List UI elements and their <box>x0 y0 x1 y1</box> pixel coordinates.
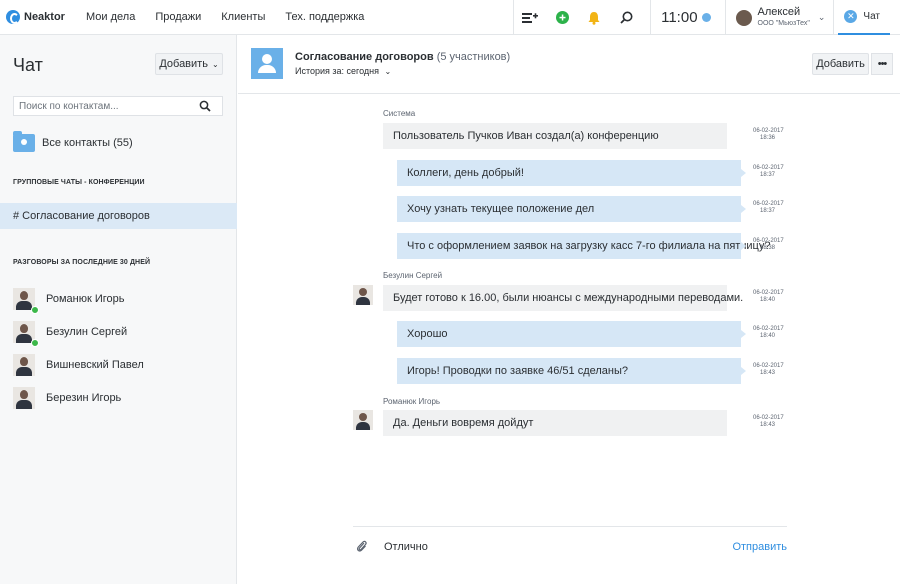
close-icon[interactable]: ✕ <box>844 10 858 23</box>
nav-item-my-tasks[interactable]: Мои дела <box>86 11 135 23</box>
history-label: История за: сегодня <box>295 66 380 76</box>
chat-sidebar: Чат Добавить ⌄ Все контакты (55) ГРУППОВ… <box>0 35 237 584</box>
online-status-icon <box>31 306 39 314</box>
clock: 11:00 <box>661 9 698 26</box>
message-bubble: Игорь! Проводки по заявке 46/51 сделаны? <box>397 358 746 384</box>
message-timestamp: 06-02-2017 18:38 <box>753 238 784 251</box>
add-button-label: Добавить <box>159 58 208 70</box>
avatar <box>13 354 35 376</box>
contact-item[interactable]: Березин Игорь <box>13 387 121 409</box>
app-name: Neaktor <box>24 11 65 23</box>
main-nav: Мои дела Продажи Клиенты Тех. поддержка <box>86 11 384 23</box>
bell-icon[interactable] <box>586 10 602 26</box>
message-bubble: Коллеги, день добрый! <box>397 160 746 186</box>
message-timestamp: 06-02-2017 18:37 <box>753 165 784 178</box>
message-bubble: Хорошо <box>397 321 746 347</box>
divider <box>650 0 652 35</box>
top-bar-right: 11:00 Алексей ООО "МьюзТех" ⌄ ✕ Чат <box>513 0 900 35</box>
message-timestamp: 06-02-2017 18:43 <box>753 415 784 428</box>
app-logo[interactable]: Neaktor <box>6 10 76 24</box>
send-button[interactable]: Отправить <box>732 541 787 553</box>
message-bubble: Пользователь Пучков Иван создал(а) конфе… <box>383 123 727 149</box>
avatar <box>13 387 35 409</box>
message-bubble: Хочу узнать текущее положение дел <box>397 196 746 222</box>
avatar <box>735 9 752 26</box>
user-org: ООО "МьюзТех" <box>757 19 810 27</box>
sender-name: Безулин Сергей <box>383 271 443 280</box>
chat-header: Согласование договоров (5 участников) Ис… <box>238 35 900 94</box>
contacts-folder-icon <box>13 131 35 152</box>
group-chats-heading: ГРУППОВЫЕ ЧАТЫ - КОНФЕРЕНЦИИ <box>13 179 145 186</box>
search-input[interactable] <box>14 100 199 112</box>
message-timestamp: 06-02-2017 18:40 <box>753 290 784 303</box>
avatar <box>353 410 373 430</box>
divider <box>513 0 515 35</box>
contact-name: Березин Игорь <box>46 392 122 404</box>
divider <box>833 0 835 35</box>
contact-item[interactable]: Романюк Игорь <box>13 288 125 314</box>
add-circle-icon[interactable] <box>554 10 570 26</box>
contact-name: Романюк Игорь <box>46 293 125 305</box>
group-chat-item[interactable]: # Согласование договоров <box>0 203 237 229</box>
search-icon[interactable] <box>618 10 634 26</box>
nav-item-support[interactable]: Тех. поддержка <box>285 11 364 23</box>
group-avatar-icon <box>251 48 283 79</box>
message-timestamp: 06-02-2017 18:37 <box>753 201 784 214</box>
chat-title: Согласование договоров (5 участников) <box>295 51 510 63</box>
chevron-down-icon: ⌄ <box>211 59 219 69</box>
chevron-down-icon: ⌄ <box>384 67 392 76</box>
chat-panel: Согласование договоров (5 участников) Ис… <box>238 35 900 584</box>
chevron-down-icon: ⌄ <box>817 12 826 22</box>
message-bubble: Что с оформлением заявок на загрузку кас… <box>397 233 770 259</box>
add-task-icon[interactable] <box>522 10 539 26</box>
add-participant-button[interactable]: Добавить <box>812 53 869 75</box>
chat-title-name: Согласование договоров <box>295 51 434 63</box>
more-options-button[interactable]: ••• <box>871 53 893 75</box>
tab-chat[interactable]: ✕ Чат <box>838 0 890 35</box>
contact-item[interactable]: Вишневский Павел <box>13 354 144 376</box>
all-contacts-label: Все контакты (55) <box>42 137 133 149</box>
avatar <box>353 285 373 305</box>
nav-item-clients[interactable]: Клиенты <box>221 11 265 23</box>
attachment-icon[interactable] <box>356 540 368 554</box>
message-timestamp: 06-02-2017 18:36 <box>753 128 784 141</box>
sender-name: Романюк Игорь <box>383 397 441 406</box>
nav-item-sales[interactable]: Продажи <box>155 11 201 23</box>
message-bubble: Да. Деньги вовремя дойдут <box>383 410 727 436</box>
user-menu[interactable]: Алексей ООО "МьюзТех" ⌄ <box>726 5 834 29</box>
add-button[interactable]: Добавить ⌄ <box>155 53 223 75</box>
search-icon[interactable] <box>199 100 211 112</box>
top-bar: Neaktor Мои дела Продажи Клиенты Тех. по… <box>0 0 900 35</box>
contact-name: Безулин Сергей <box>46 326 128 338</box>
time-tracker-icon[interactable] <box>701 13 711 22</box>
participants-count: (5 участников) <box>436 51 511 63</box>
online-status-icon <box>31 339 39 347</box>
message-bubble: Будет готово к 16.00, были нюансы с межд… <box>383 285 743 311</box>
message-timestamp: 06-02-2017 18:40 <box>753 326 784 339</box>
tab-chat-label: Чат <box>863 11 880 22</box>
contact-item[interactable]: Безулин Сергей <box>13 321 128 347</box>
user-name: Алексей <box>757 5 801 18</box>
message-composer: Отлично Отправить <box>353 526 787 566</box>
history-filter[interactable]: История за: сегодня ⌄ <box>295 66 391 76</box>
logo-icon <box>6 10 20 24</box>
page-title: Чат <box>13 55 43 75</box>
message-timestamp: 06-02-2017 18:43 <box>753 363 784 376</box>
sender-name: Система <box>383 109 416 118</box>
all-contacts-link[interactable]: Все контакты (55) <box>13 131 133 152</box>
message-input[interactable]: Отлично <box>384 541 732 553</box>
contact-search <box>13 96 223 116</box>
recent-chats-heading: РАЗГОВОРЫ ЗА ПОСЛЕДНИЕ 30 ДНЕЙ <box>13 259 151 266</box>
contact-name: Вишневский Павел <box>46 359 144 371</box>
